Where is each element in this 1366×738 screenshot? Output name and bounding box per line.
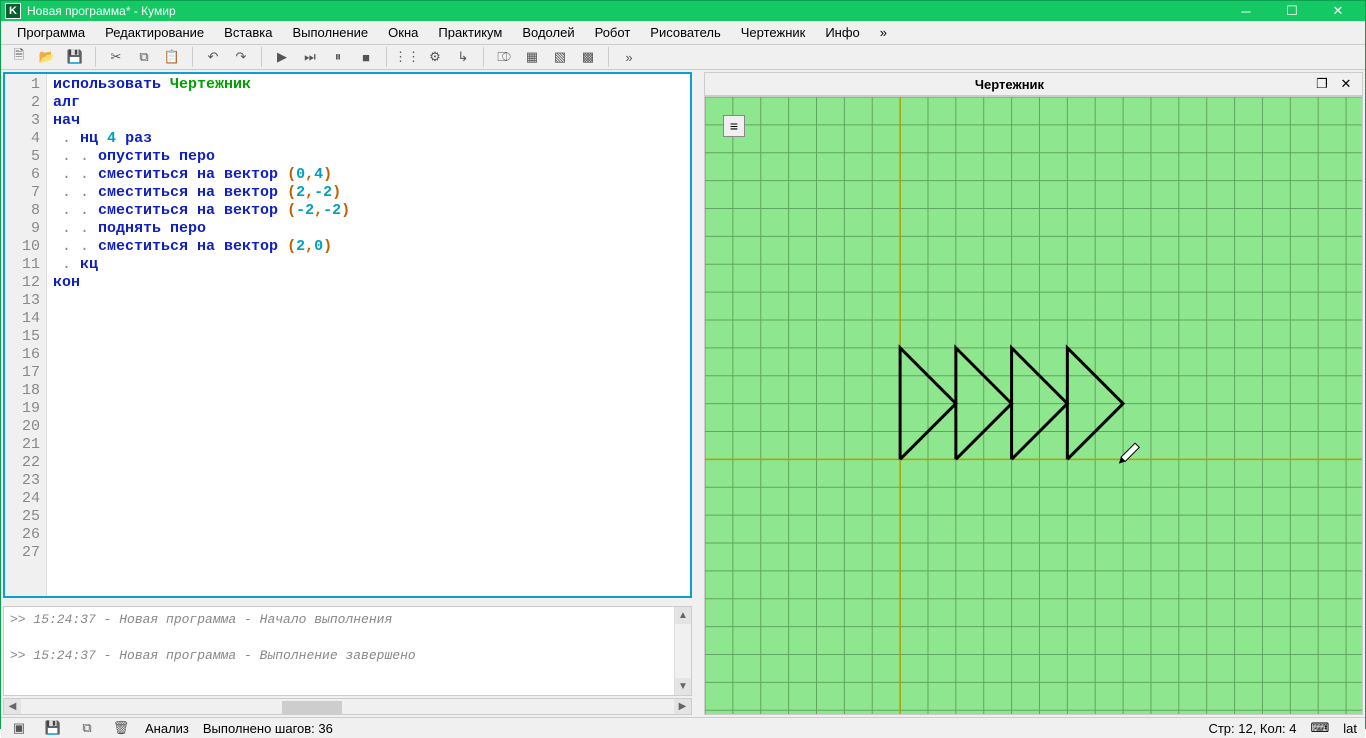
console-toggle-icon[interactable]: ▣	[9, 718, 29, 738]
code-line[interactable]: нач	[53, 112, 686, 130]
maximize-button[interactable]: ☐	[1269, 1, 1315, 21]
horizontal-scrollbar[interactable]: ◀ ▶	[3, 698, 692, 715]
robot-edit-icon[interactable]: ▧	[548, 45, 572, 69]
code-line[interactable]: . . опустить перо	[53, 148, 686, 166]
minimize-button[interactable]: ─	[1223, 1, 1269, 21]
menu-водолей[interactable]: Водолей	[512, 21, 584, 44]
code-line[interactable]: . . сместиться на вектор (2,0)	[53, 238, 686, 256]
scroll-up-icon[interactable]: ▲	[675, 607, 691, 624]
menu-инфо[interactable]: Инфо	[815, 21, 869, 44]
analysis-label: Анализ	[145, 721, 189, 736]
code-line[interactable]: . . сместиться на вектор (2,-2)	[53, 184, 686, 202]
titlebar: K Новая программа* - Кумир ─ ☐ ✕	[1, 1, 1365, 21]
scroll-track[interactable]	[21, 699, 674, 714]
open-file-icon[interactable]: 📂	[35, 45, 59, 69]
window-title: Новая программа* - Кумир	[27, 4, 1223, 18]
scroll-down-icon[interactable]: ▼	[675, 678, 691, 695]
insert-pre-icon[interactable]: ↳	[451, 45, 475, 69]
code-line[interactable]: . нц 4 раз	[53, 130, 686, 148]
console-text: >> 15:24:37 - Новая программа - Начало в…	[4, 607, 674, 695]
steps-label: Выполнено шагов: 36	[203, 721, 333, 736]
undo-icon[interactable]: ↶	[201, 45, 225, 69]
canvas-title: Чертежник	[711, 77, 1308, 92]
drawing-canvas	[705, 97, 1362, 714]
run-step-icon[interactable]: ⏭	[298, 45, 322, 69]
menu-чертежник[interactable]: Чертежник	[731, 21, 816, 44]
code-line[interactable]: использовать Чертежник	[53, 76, 686, 94]
code-line[interactable]: . кц	[53, 256, 686, 274]
left-pane: 1234567891011121314151617181920212223242…	[1, 70, 694, 717]
robot-field-icon[interactable]: ▦	[520, 45, 544, 69]
save-file-icon[interactable]: 💾	[63, 45, 87, 69]
menu-окна[interactable]: Окна	[378, 21, 428, 44]
main-area: 1234567891011121314151617181920212223242…	[1, 70, 1365, 717]
menubar: ПрограммаРедактированиеВставкаВыполнение…	[1, 21, 1365, 45]
scroll-right-icon[interactable]: ▶	[674, 699, 691, 714]
clear-output-icon[interactable]: 🗑	[111, 718, 131, 738]
insert-cmd-icon[interactable]: ⚙	[423, 45, 447, 69]
canvas-area[interactable]: ≡	[704, 96, 1363, 715]
cut-icon[interactable]: ✂	[104, 45, 128, 69]
canvas-menu-icon[interactable]: ≡	[723, 115, 745, 137]
copy-icon[interactable]: ⧉	[132, 45, 156, 69]
menu-вставка[interactable]: Вставка	[214, 21, 282, 44]
more-icon[interactable]: »	[617, 45, 641, 69]
variables-icon[interactable]: ⎄	[492, 45, 516, 69]
canvas-header: Чертежник ❐ ✕	[704, 72, 1363, 96]
menu-выполнение[interactable]: Выполнение	[282, 21, 378, 44]
canvas-detach-icon[interactable]: ❐	[1312, 74, 1332, 94]
input-lang: lat	[1343, 721, 1357, 736]
run-icon[interactable]: ▶	[270, 45, 294, 69]
stop-icon[interactable]: ■	[354, 45, 378, 69]
copy-output-icon[interactable]: ⧉	[77, 718, 97, 738]
output-console: >> 15:24:37 - Новая программа - Начало в…	[3, 606, 692, 696]
paste-icon[interactable]: 📋	[160, 45, 184, 69]
save-output-icon[interactable]: 💾	[43, 718, 63, 738]
menu-рисователь[interactable]: Рисователь	[640, 21, 730, 44]
code-editor[interactable]: 1234567891011121314151617181920212223242…	[3, 72, 692, 598]
menu-редактирование[interactable]: Редактирование	[95, 21, 214, 44]
statusbar: ▣ 💾 ⧉ 🗑 Анализ Выполнено шагов: 36 Стр: …	[1, 717, 1365, 738]
scroll-left-icon[interactable]: ◀	[4, 699, 21, 714]
scroll-thumb[interactable]	[282, 701, 342, 714]
code-line[interactable]: алг	[53, 94, 686, 112]
code-line[interactable]: . . поднять перо	[53, 220, 686, 238]
redo-icon[interactable]: ↷	[229, 45, 253, 69]
code-line[interactable]: . . сместиться на вектор (-2,-2)	[53, 202, 686, 220]
code-line[interactable]: . . сместиться на вектор (0,4)	[53, 166, 686, 184]
canvas-close-icon[interactable]: ✕	[1336, 74, 1356, 94]
menu-»[interactable]: »	[870, 21, 897, 44]
code-area[interactable]: использовать Чертежникалгнач . нц 4 раз …	[47, 74, 690, 596]
menu-практикум[interactable]: Практикум	[428, 21, 512, 44]
right-pane: Чертежник ❐ ✕ ≡	[694, 70, 1365, 717]
code-line[interactable]: кон	[53, 274, 686, 292]
algorithm-icon[interactable]: ⋮⋮	[395, 45, 419, 69]
console-scrollbar[interactable]: ▲ ▼	[674, 607, 691, 695]
app-icon: K	[5, 3, 21, 19]
keyboard-icon: ⌨	[1311, 720, 1330, 736]
draughtsman-field-icon[interactable]: ▩	[576, 45, 600, 69]
close-button[interactable]: ✕	[1315, 1, 1361, 21]
pause-icon[interactable]: ⏸	[326, 45, 350, 69]
toolbar: 🗎📂💾 ✂⧉📋 ↶↷ ▶⏭⏸■ ⋮⋮⚙↳ ⎄▦▧▩ »	[1, 45, 1365, 70]
line-gutter: 1234567891011121314151617181920212223242…	[5, 74, 47, 596]
menu-программа[interactable]: Программа	[7, 21, 95, 44]
new-file-icon[interactable]: 🗎	[7, 45, 31, 69]
cursor-position: Стр: 12, Кол: 4	[1208, 721, 1296, 736]
menu-робот[interactable]: Робот	[585, 21, 641, 44]
